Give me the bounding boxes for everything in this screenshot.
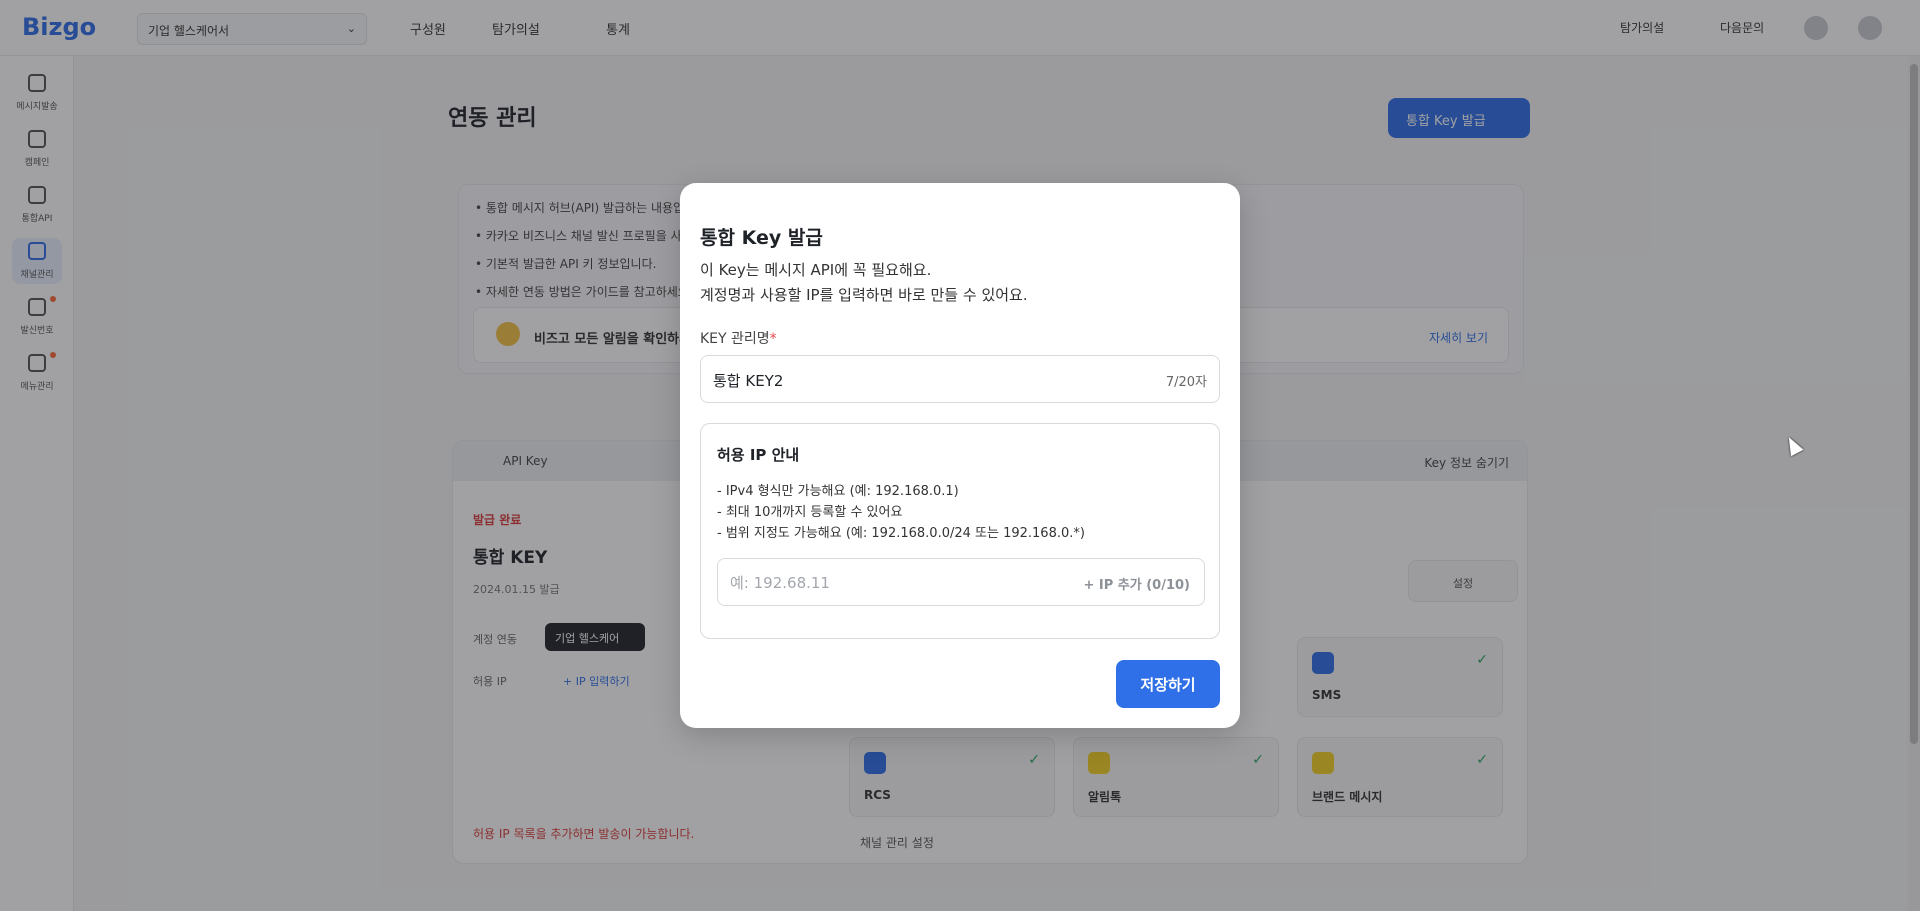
issue-key-modal: 통합 Key 발급 이 Key는 메시지 API에 꼭 필요해요. 계정명과 사… [680, 183, 1240, 728]
modal-description: 이 Key는 메시지 API에 꼭 필요해요. [700, 261, 932, 279]
ip-field[interactable]: + IP 추가 (0/10) [717, 558, 1205, 606]
key-name-field[interactable]: 7/20자 [700, 355, 1220, 403]
required-mark: * [769, 331, 777, 347]
allowed-ip-box: 허용 IP 안내 - IPv4 형식만 가능해요 (예: 192.168.0.1… [700, 423, 1220, 639]
ip-input[interactable] [730, 571, 1060, 595]
ip-guide-line: - IPv4 형식만 가능해요 (예: 192.168.0.1) [717, 484, 959, 499]
save-button[interactable]: 저장하기 [1116, 660, 1220, 708]
modal-description: 계정명과 사용할 IP를 입력하면 바로 만들 수 있어요. [700, 286, 1028, 304]
modal-title: 통합 Key 발급 [700, 227, 823, 249]
key-name-input[interactable] [713, 368, 1113, 392]
key-name-label: KEY 관리명* [700, 328, 777, 348]
ip-guide-line: - 범위 지정도 가능해요 (예: 192.168.0.0/24 또는 192.… [717, 526, 1085, 541]
allowed-ip-title: 허용 IP 안내 [717, 446, 800, 464]
char-count: 7/20자 [1165, 375, 1207, 390]
key-name-label-text: KEY 관리명 [700, 331, 770, 347]
ip-guide-line: - 최대 10개까지 등록할 수 있어요 [717, 505, 903, 520]
add-ip-button[interactable]: + IP 추가 (0/10) [1083, 574, 1190, 593]
